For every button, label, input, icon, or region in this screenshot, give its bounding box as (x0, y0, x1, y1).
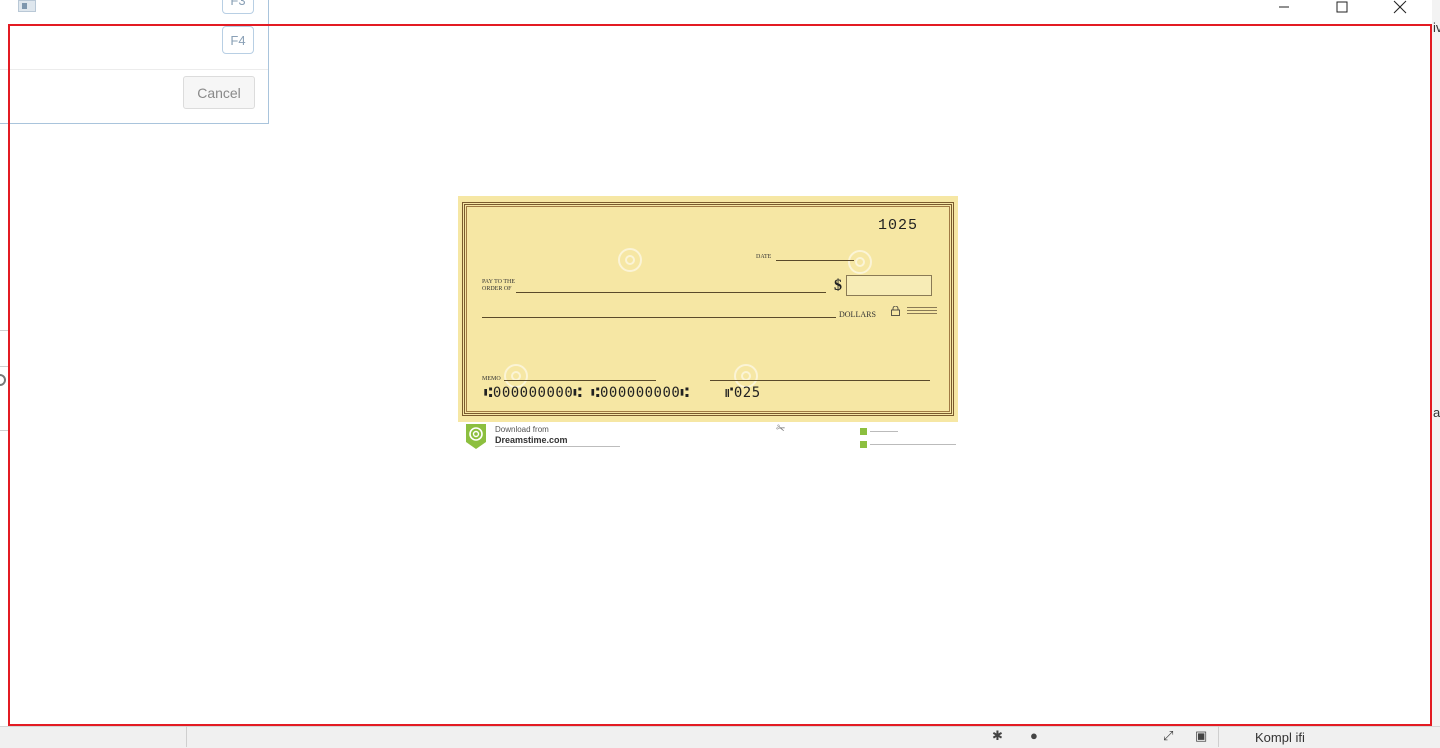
background-status-bar (0, 726, 1440, 748)
cheque-number: 1025 (878, 217, 919, 234)
divider (1218, 726, 1219, 747)
minimize-button[interactable] (1255, 0, 1313, 14)
maximize-icon (1336, 1, 1348, 13)
cheque: 1025 DATE PAY TO THE ORDER OF $ DOLLARS … (458, 196, 958, 422)
scissors-icon: ✂ (774, 421, 787, 437)
order-of-label: ORDER OF (482, 286, 512, 292)
background-status-text: Kompl ifi (1255, 730, 1305, 745)
footer-author-badge (860, 441, 956, 448)
person-icon[interactable]: ● (1030, 728, 1038, 743)
minimize-icon (1279, 6, 1289, 8)
cheque-image: 1025 DATE PAY TO THE ORDER OF $ DOLLARS … (458, 196, 958, 458)
expand-icon[interactable]: ⤢ (1163, 728, 1173, 744)
app-icon (18, 0, 36, 12)
footer-fine-print (495, 446, 620, 447)
panel-icon[interactable]: ▣ (1195, 728, 1207, 744)
security-fine-print (907, 307, 937, 317)
micr-line: ⑆000000000⑆ ⑆000000000⑆ ⑈025 (484, 385, 761, 401)
currency-symbol: $ (834, 277, 842, 294)
search-icon (0, 374, 6, 386)
close-icon (1393, 0, 1407, 14)
background-text: iv (1433, 20, 1440, 35)
background-text: a (1433, 405, 1440, 420)
key-f3-button[interactable]: F3 (222, 0, 254, 14)
dreamstime-logo-icon (466, 424, 486, 449)
background-left-edge (0, 330, 8, 431)
date-label: DATE (756, 254, 772, 260)
memo-label: MEMO (482, 376, 501, 382)
divider (186, 726, 187, 747)
footer-id-badge (860, 428, 898, 435)
amount-box (846, 275, 932, 296)
lock-icon (891, 306, 900, 316)
footer-site-text: Dreamstime.com (495, 435, 568, 445)
footer-download-text: Download from (495, 425, 549, 434)
background-app-edge (1432, 0, 1440, 747)
pay-to-label: PAY TO THE (482, 279, 516, 285)
watermark-icon (618, 248, 642, 272)
settings-icon[interactable]: ✱ (992, 728, 1003, 744)
maximize-button[interactable] (1313, 0, 1371, 14)
watermark-icon (848, 250, 872, 274)
dollars-label: DOLLARS (839, 310, 876, 319)
close-button[interactable] (1371, 0, 1429, 14)
